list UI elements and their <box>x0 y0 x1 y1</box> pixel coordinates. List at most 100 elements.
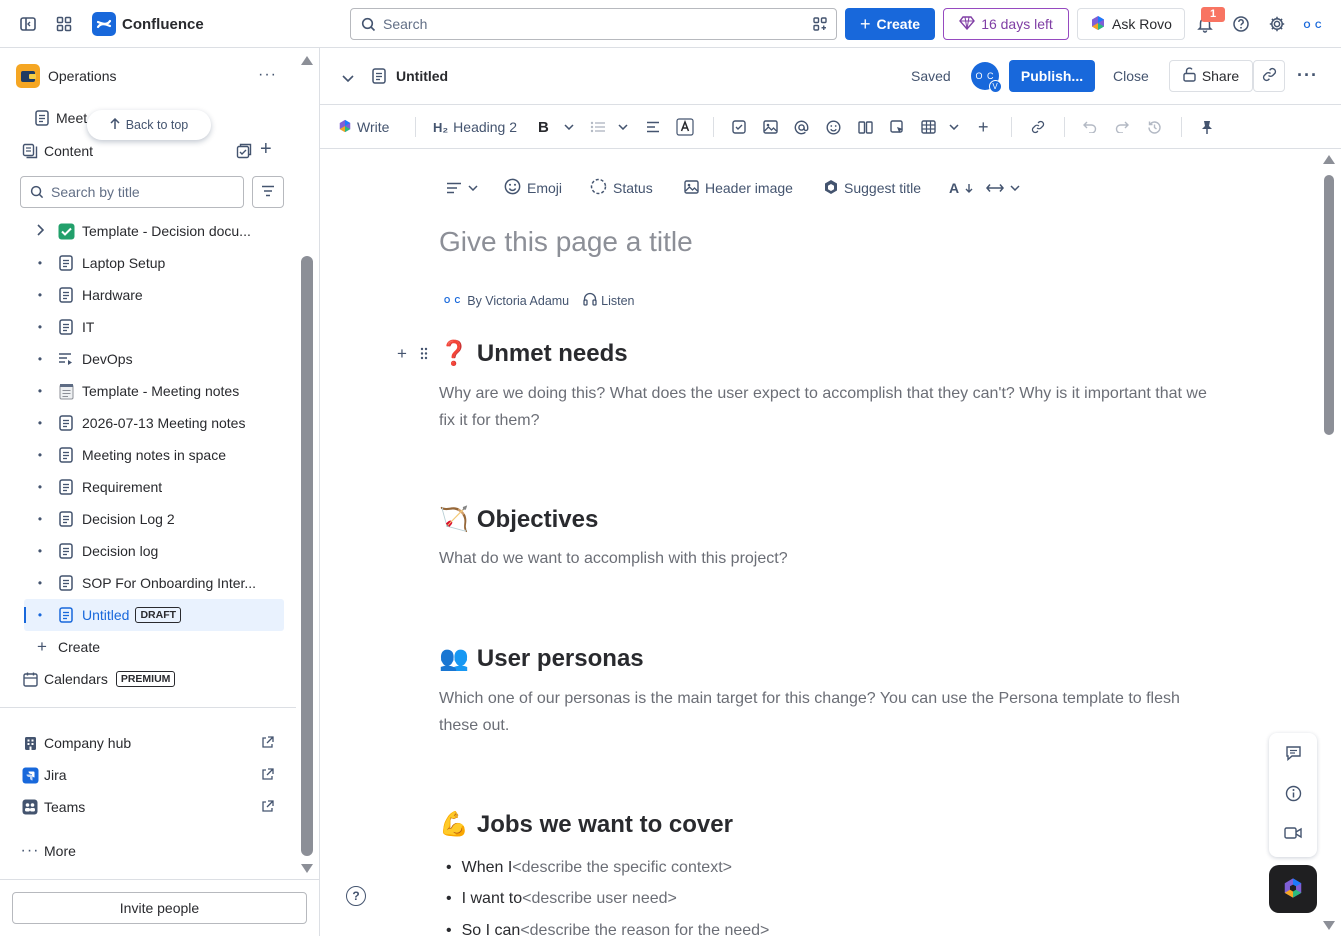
share-button[interactable]: Share <box>1169 60 1253 92</box>
scroll-down-arrow-icon[interactable] <box>1323 921 1335 930</box>
comment-icon[interactable] <box>1283 743 1303 763</box>
tree-item-hardware[interactable]: • Hardware <box>24 279 284 311</box>
content-section-header[interactable]: Content <box>20 135 93 167</box>
settings-gear-icon[interactable] <box>1265 12 1289 36</box>
help-question-icon[interactable]: ? <box>346 886 366 906</box>
bold-button[interactable]: B <box>538 117 549 137</box>
table-icon[interactable] <box>921 117 936 137</box>
tree-item-decision-log-2[interactable]: • Decision Log 2 <box>24 503 284 535</box>
tree-item-devops[interactable]: • DevOps <box>24 343 284 375</box>
align-icon[interactable] <box>646 117 660 137</box>
link-icon[interactable] <box>1031 117 1045 137</box>
publish-button[interactable]: Publish... <box>1009 60 1095 92</box>
chevron-down-icon[interactable] <box>342 70 354 86</box>
page-title-input[interactable]: Give this page a title <box>439 226 693 258</box>
sidebar-scroll-thumb[interactable] <box>301 256 313 856</box>
section-placeholder-text[interactable]: Why are we doing this? What does the use… <box>439 380 1209 434</box>
ask-rovo-button[interactable]: Ask Rovo <box>1077 8 1185 40</box>
sidebar-toggle-icon[interactable] <box>16 12 40 36</box>
back-to-top-button[interactable]: Back to top <box>87 110 211 140</box>
scroll-up-arrow-icon[interactable] <box>1323 155 1335 164</box>
bullet-list-icon[interactable] <box>590 117 606 137</box>
scroll-up-arrow-icon[interactable] <box>301 56 313 65</box>
trial-button[interactable]: 16 days left <box>943 8 1069 40</box>
sidebar-item-more[interactable]: ··· More <box>20 835 76 867</box>
tree-item-2026-meeting-notes[interactable]: • 2026-07-13 Meeting notes <box>24 407 284 439</box>
add-header-image-button[interactable]: Header image <box>684 176 793 200</box>
confluence-logo[interactable]: Confluence <box>92 12 204 36</box>
add-block-plus-icon[interactable]: + <box>397 345 407 362</box>
sidebar-create-button[interactable]: + Create <box>32 631 100 663</box>
add-content-plus-icon[interactable]: + <box>260 139 272 159</box>
info-icon[interactable] <box>1283 783 1303 803</box>
add-status-button[interactable]: Status <box>590 176 653 200</box>
chevron-down-icon[interactable] <box>564 117 574 137</box>
tree-item-template-decision[interactable]: Template - Decision docu... <box>24 215 284 247</box>
global-search-input[interactable]: Search <box>350 8 837 40</box>
font-size-icon[interactable]: A <box>949 176 973 200</box>
tree-item-it[interactable]: • IT <box>24 311 284 343</box>
tree-item-requirement[interactable]: • Requirement <box>24 471 284 503</box>
full-width-toggle-icon[interactable] <box>986 176 1020 200</box>
tree-item-laptop-setup[interactable]: • Laptop Setup <box>24 247 284 279</box>
invite-people-button[interactable]: Invite people <box>12 892 307 924</box>
history-icon[interactable] <box>1147 117 1162 137</box>
pin-toolbar-icon[interactable] <box>1201 117 1213 137</box>
space-header[interactable]: Operations <box>16 64 116 88</box>
chevron-down-icon[interactable] <box>949 117 959 137</box>
drag-handle-icon[interactable] <box>420 347 428 363</box>
listen-button[interactable]: Listen <box>583 292 635 309</box>
chevron-right-icon[interactable] <box>24 223 56 239</box>
close-button[interactable]: Close <box>1105 60 1157 92</box>
app-switcher-icon[interactable] <box>52 12 76 36</box>
more-actions-icon[interactable]: ··· <box>1297 66 1318 84</box>
tree-item-untitled[interactable]: • Untitled DRAFT <box>24 599 284 631</box>
undo-icon[interactable] <box>1083 117 1097 137</box>
help-icon[interactable] <box>1229 12 1253 36</box>
mention-icon[interactable] <box>794 117 809 137</box>
page-width-dropdown[interactable] <box>446 176 478 200</box>
profile-avatar[interactable]: O C <box>1300 12 1326 38</box>
tree-item-sop-onboarding[interactable]: • SOP For Onboarding Inter... <box>24 567 284 599</box>
filter-button[interactable] <box>252 176 284 208</box>
sidebar-item-teams[interactable]: Teams <box>20 791 85 823</box>
task-checkbox-icon[interactable] <box>732 117 746 137</box>
title-search-input[interactable]: Search by title <box>20 176 244 208</box>
recent-page-item[interactable]: Meet <box>32 102 87 134</box>
section-placeholder-text[interactable]: Which one of our personas is the main ta… <box>439 685 1209 739</box>
content-scrollbar[interactable] <box>1323 155 1335 931</box>
redo-icon[interactable] <box>1115 117 1129 137</box>
content-scroll-thumb[interactable] <box>1324 175 1334 435</box>
text-color-icon[interactable] <box>676 117 694 137</box>
chevron-down-icon[interactable] <box>618 117 628 137</box>
write-mode-button[interactable]: Write <box>338 117 389 137</box>
image-icon[interactable] <box>763 117 778 137</box>
space-more-actions-icon[interactable]: ··· <box>258 66 277 84</box>
tree-item-template-meeting[interactable]: • Template - Meeting notes <box>24 375 284 407</box>
suggest-title-button[interactable]: Suggest title <box>824 176 921 200</box>
text-style-dropdown[interactable]: H₂ Heading 2 <box>433 117 517 137</box>
tree-item-decision-log[interactable]: • Decision log <box>24 535 284 567</box>
sidebar-item-calendars[interactable]: Calendars PREMIUM <box>20 663 176 695</box>
breadcrumb-page-title[interactable]: Untitled <box>396 68 448 84</box>
content-filter-check-icon[interactable] <box>236 143 252 162</box>
collaborator-avatar[interactable]: O C V <box>971 62 1002 93</box>
rovo-chat-button[interactable] <box>1269 865 1317 913</box>
insert-plus-icon[interactable]: + <box>978 117 989 137</box>
list-item[interactable]: So I can<describe the reason for the nee… <box>446 915 770 936</box>
sidebar-item-company-hub[interactable]: Company hub <box>20 727 131 759</box>
copy-link-button[interactable] <box>1253 60 1285 92</box>
sidebar-item-jira[interactable]: Jira <box>20 759 67 791</box>
search-filters-icon[interactable] <box>812 16 828 35</box>
video-record-icon[interactable] <box>1283 823 1303 843</box>
scroll-down-arrow-icon[interactable] <box>301 864 313 873</box>
emoji-icon[interactable] <box>826 117 841 137</box>
layout-columns-icon[interactable] <box>858 117 873 137</box>
add-emoji-button[interactable]: Emoji <box>504 176 562 200</box>
smart-link-icon[interactable] <box>890 117 905 137</box>
section-placeholder-text[interactable]: What do we want to accomplish with this … <box>439 545 1209 572</box>
list-item[interactable]: I want to<describe user need> <box>446 884 769 916</box>
create-button[interactable]: + Create <box>845 8 935 40</box>
list-item[interactable]: When I<describe the specific context> <box>446 852 769 884</box>
sidebar-scrollbar[interactable] <box>301 56 313 876</box>
